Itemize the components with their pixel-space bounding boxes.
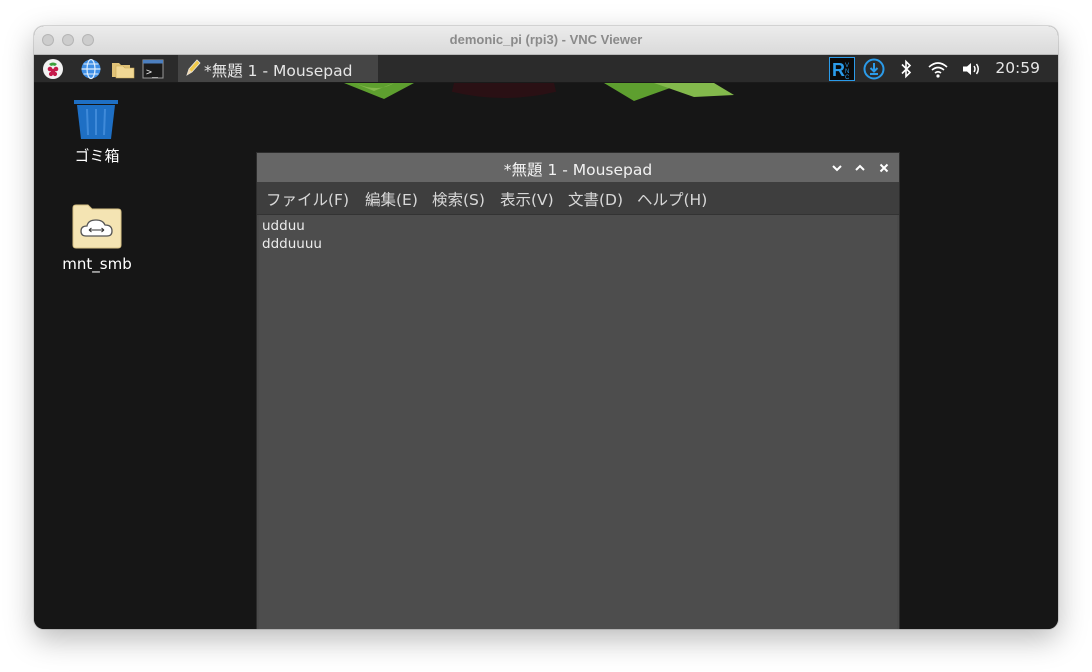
menu-view[interactable]: 表示(V)	[500, 188, 554, 210]
text-editor[interactable]: udduu ddduuuu	[259, 215, 897, 629]
menu-search[interactable]: 検索(S)	[432, 188, 485, 210]
taskbar-mousepad-button[interactable]: *無題 1 - Mousepad	[178, 55, 378, 82]
raspberry-menu-icon[interactable]	[41, 57, 64, 80]
web-browser-icon[interactable]	[79, 57, 102, 80]
desktop-icon-trash[interactable]	[74, 97, 118, 145]
mousepad-titlebar[interactable]: *無題 1 - Mousepad	[257, 153, 899, 182]
menu-help[interactable]: ヘルプ(H)	[637, 188, 707, 210]
mousepad-menubar: ファイル(F) 編集(E) 検索(S) 表示(V) 文書(D) ヘルプ(H)	[257, 182, 899, 215]
mousepad-window: *無題 1 - Mousepad ファイル(F) 編集(E) 検索(S) 表示(…	[256, 152, 900, 629]
svg-text:C: C	[845, 75, 850, 81]
realvnc-icon[interactable]: R V N C	[829, 56, 855, 81]
svg-text:R: R	[832, 60, 845, 80]
editor-line: udduu	[262, 218, 305, 234]
desktop: ゴミ箱 mnt_smb *無題 1 - Mousepad ファイル(F) 編集(…	[34, 83, 1058, 629]
chevron-down-icon[interactable]	[828, 159, 846, 177]
vnc-window-title: demonic_pi (rpi3) - VNC Viewer	[449, 32, 643, 47]
file-manager-icon[interactable]	[110, 57, 136, 80]
menu-document[interactable]: 文書(D)	[568, 188, 623, 210]
svg-text:>_: >_	[146, 67, 159, 78]
close-icon[interactable]	[875, 159, 893, 177]
trash-icon	[74, 100, 118, 139]
chevron-up-icon[interactable]	[851, 159, 869, 177]
clock[interactable]: 20:59	[995, 59, 1040, 77]
mousepad-title: *無題 1 - Mousepad	[503, 161, 653, 179]
pencil-icon	[184, 58, 202, 82]
bluetooth-icon[interactable]	[896, 57, 916, 80]
wifi-icon[interactable]	[926, 57, 950, 80]
update-download-icon[interactable]	[862, 57, 886, 80]
network-folder-icon	[72, 204, 122, 249]
taskbar-mousepad-label: *無題 1 - Mousepad	[204, 62, 353, 80]
menu-file[interactable]: ファイル(F)	[266, 188, 349, 210]
desktop-icon-trash-label: ゴミ箱	[74, 147, 120, 165]
volume-icon[interactable]	[959, 57, 983, 80]
vnc-titlebar[interactable]: demonic_pi (rpi3) - VNC Viewer	[34, 26, 1058, 55]
desktop-icon-mnt-smb[interactable]	[72, 203, 122, 253]
menu-edit[interactable]: 編集(E)	[365, 188, 418, 210]
desktop-icon-mnt-smb-label: mnt_smb	[62, 255, 132, 273]
vnc-viewer-window: demonic_pi (rpi3) - VNC Viewer >_ *無題 1 …	[34, 26, 1058, 629]
editor-line: ddduuuu	[262, 236, 322, 252]
terminal-icon[interactable]: >_	[141, 57, 164, 80]
taskbar: >_ *無題 1 - Mousepad R V N C 20:59	[34, 55, 1058, 83]
